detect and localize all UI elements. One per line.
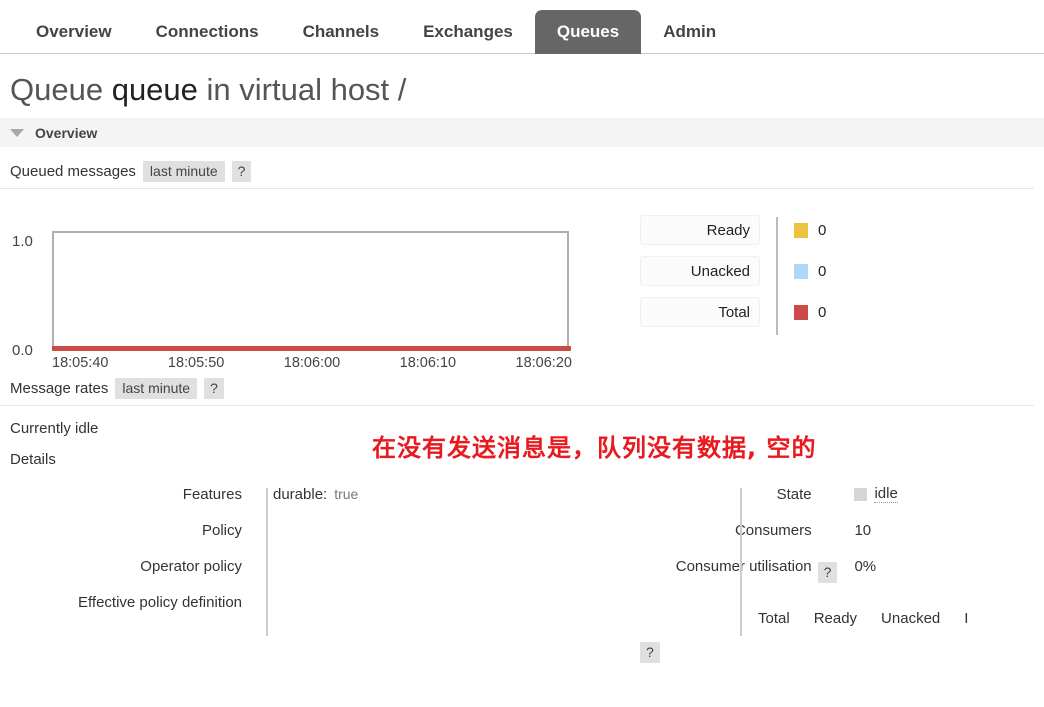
detail-key-operator-policy: Operator policy	[140, 557, 242, 575]
consumer-utilisation-help-icon[interactable]: ?	[817, 561, 838, 583]
legend-count-ready: 0	[818, 221, 827, 239]
detail-row-policy-value	[256, 518, 594, 554]
triangle-down-icon[interactable]	[10, 128, 24, 137]
page-title-suffix: in virtual host /	[197, 72, 407, 107]
detail-value-consumer-utilisation: 0%	[854, 557, 877, 575]
detail-key-policy: Policy	[201, 521, 242, 539]
state-swatch-icon	[854, 487, 868, 501]
details-divider-right	[740, 488, 742, 636]
detail-key-consumer-utilisation: Consumer utilisation	[675, 557, 812, 575]
legend-value-unacked: 0	[794, 256, 826, 286]
detail-key-features: Features	[182, 485, 242, 503]
detail-row-consumers: Consumers	[594, 518, 838, 554]
detail-row-operator-policy-value	[256, 554, 594, 590]
detail-value-features: durable: true	[256, 482, 358, 506]
detail-value-operator-policy	[256, 554, 273, 578]
page-title-queue-name: queue	[111, 72, 198, 107]
detail-key-consumers: Consumers	[734, 521, 812, 539]
details-divider-left	[266, 488, 268, 636]
legend-item-total[interactable]: Total	[640, 297, 760, 327]
legend-divider	[776, 217, 778, 335]
detail-row-effective-policy-definition: Effective policy definition	[0, 590, 256, 626]
page-title: Queue queue in virtual host /	[0, 54, 1044, 114]
details-left-values: durable: true	[256, 482, 594, 642]
x-axis-tick-labels: 18:05:40 18:05:50 18:06:00 18:06:10 18:0…	[52, 355, 572, 371]
messages-col-total: Total	[758, 610, 790, 627]
detail-key-state: State	[776, 485, 812, 503]
page-title-prefix: Queue	[10, 72, 112, 107]
legend-count-total: 0	[818, 303, 827, 321]
main-navigation: Overview Connections Channels Exchanges …	[0, 0, 1044, 54]
detail-key-effective-policy-definition: Effective policy definition	[78, 593, 242, 611]
detail-value-consumers: 10	[854, 521, 872, 539]
chart-legend: Ready Unacked Total 0 0 0	[640, 215, 826, 337]
y-axis-tick-bottom: 0.0	[12, 342, 33, 359]
tab-channels[interactable]: Channels	[281, 10, 402, 54]
chart-series-total-line	[52, 346, 571, 351]
detail-row-state: State	[594, 482, 838, 518]
message-rates-help-icon[interactable]: ?	[204, 378, 224, 399]
tab-connections[interactable]: Connections	[134, 10, 281, 54]
x-axis-tick: 18:06:10	[399, 355, 457, 371]
chart-plot-area	[52, 231, 569, 348]
detail-value-policy	[256, 518, 273, 542]
detail-row-consumer-utilisation: Consumer utilisation ?	[594, 554, 838, 590]
detail-row-effective-policy-value	[256, 590, 594, 626]
x-axis-tick: 18:06:20	[515, 355, 572, 371]
detail-value-state: idle	[837, 482, 898, 506]
detail-row-consumers-value: 10	[837, 518, 1044, 554]
detail-row-policy: Policy	[0, 518, 256, 554]
queued-messages-chart: 1.0 0.0 18:05:40 18:05:50 18:06:00 18:06…	[0, 189, 1044, 371]
messages-table-header: Total Ready Unacked I	[758, 610, 968, 627]
tab-queues[interactable]: Queues	[534, 10, 642, 54]
chart-legend-values: 0 0 0	[794, 215, 826, 337]
message-rates-period-button[interactable]: last minute	[115, 378, 198, 399]
messages-help-icon[interactable]: ?	[640, 642, 660, 663]
message-rates-label: Message rates	[10, 380, 109, 397]
detail-row-state-value: idle	[837, 482, 1044, 518]
legend-item-unacked[interactable]: Unacked	[640, 256, 760, 286]
x-axis-tick: 18:06:00	[283, 355, 341, 371]
detail-value-features-key: durable:	[273, 485, 328, 503]
legend-swatch-ready	[794, 222, 808, 238]
x-axis-tick: 18:05:40	[52, 355, 109, 371]
details-left-keys: Features Policy Operator policy Effectiv…	[0, 482, 256, 642]
chart-plot-wrapper: 1.0 0.0 18:05:40 18:05:50 18:06:00 18:06…	[0, 203, 600, 371]
overview-section-header[interactable]: Overview	[0, 118, 1044, 147]
detail-row-operator-policy: Operator policy	[0, 554, 256, 590]
x-axis-tick: 18:05:50	[167, 355, 225, 371]
legend-count-unacked: 0	[818, 262, 827, 280]
tab-admin[interactable]: Admin	[641, 10, 738, 54]
tab-exchanges[interactable]: Exchanges	[401, 10, 535, 54]
legend-swatch-total	[794, 304, 808, 320]
legend-value-ready: 0	[794, 215, 826, 245]
queued-messages-label: Queued messages	[10, 163, 136, 180]
messages-col-in-memory: I	[964, 610, 969, 627]
nav-tab-list: Overview Connections Channels Exchanges …	[0, 0, 1044, 54]
detail-value-state-text: idle	[874, 485, 898, 503]
queued-messages-help-icon[interactable]: ?	[231, 161, 252, 182]
queued-messages-header: Queued messages last minute ?	[0, 147, 1034, 189]
detail-value-features-flag: true	[334, 486, 359, 502]
detail-row-features: Features	[0, 482, 256, 518]
legend-item-ready[interactable]: Ready	[640, 215, 760, 245]
messages-col-unacked: Unacked	[881, 610, 941, 627]
detail-row-consumer-utilisation-value: 0%	[837, 554, 1044, 590]
legend-swatch-unacked	[794, 263, 808, 279]
queued-messages-period-button[interactable]: last minute	[142, 161, 225, 182]
messages-col-ready: Ready	[813, 610, 858, 627]
chart-legend-labels: Ready Unacked Total	[640, 215, 760, 337]
detail-row-features-value: durable: true	[256, 482, 594, 518]
y-axis-tick-top: 1.0	[12, 233, 33, 250]
detail-value-effective-policy-definition	[256, 590, 273, 614]
details-grid: Features Policy Operator policy Effectiv…	[0, 482, 1044, 663]
tab-overview[interactable]: Overview	[14, 10, 134, 54]
annotation-text: 在没有发送消息是，队列没有数据, 空的	[372, 434, 817, 462]
overview-section-label: Overview	[35, 124, 98, 141]
messages-row-key: ?	[640, 642, 660, 663]
legend-value-total: 0	[794, 297, 826, 327]
